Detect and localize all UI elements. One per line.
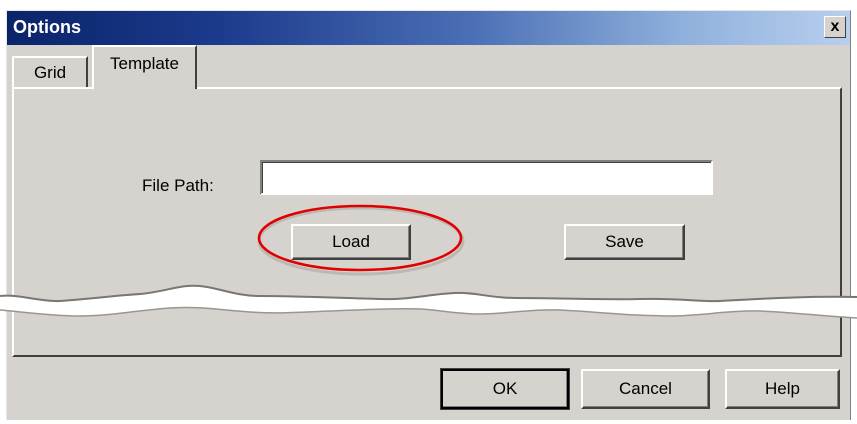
file-path-label: File Path: [142,176,214,195]
dialog-title: Options [13,17,81,37]
save-button-label: Save [605,232,644,251]
tab-template-label: Template [110,54,179,73]
tab-grid[interactable]: Grid [12,56,88,88]
cancel-button-label: Cancel [619,379,672,398]
file-path-input[interactable] [260,160,713,195]
load-button[interactable]: Load [291,224,411,260]
tab-grid-label: Grid [33,63,67,82]
help-button[interactable]: Help [725,369,840,409]
ok-button-label: OK [492,379,518,398]
load-button-label: Load [332,232,370,251]
help-button-label: Help [765,379,800,398]
close-icon: x [830,18,840,35]
close-button[interactable]: x [824,16,846,38]
ok-button[interactable]: OK [440,368,570,410]
cancel-button[interactable]: Cancel [581,369,710,409]
template-panel [12,87,842,357]
title-bar: Options x [7,11,850,45]
save-button[interactable]: Save [564,224,685,260]
tab-template[interactable]: Template [92,45,197,89]
